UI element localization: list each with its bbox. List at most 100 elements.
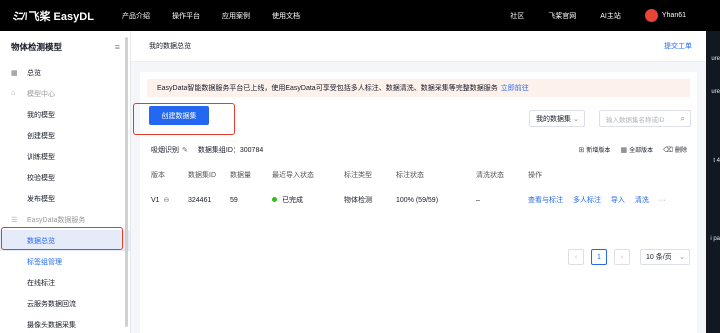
action-label: 新增版本	[586, 148, 611, 154]
sidebar-item-camera-collection[interactable]: 摄像头数据采集	[0, 314, 130, 333]
watermark: CSDN @飞桨PaddlePaddle	[474, 304, 660, 321]
sidebar-group-label: EasyData数据服务	[27, 216, 86, 224]
collapse-menu-icon[interactable]: ≡	[115, 42, 120, 52]
grid-icon: ▦	[11, 69, 18, 77]
top-navbar: ﾐﾆﾊ 飞桨 EasyDL 产品介绍 操作平台 应用案例 使用文档 社区 飞桨官…	[0, 0, 720, 31]
next-page-button[interactable]: ›	[614, 249, 630, 265]
page-title: 我的数据总览	[149, 43, 191, 50]
select-value: 我的数据集	[536, 115, 571, 123]
dataset-header: 吸烟识别 ✎ 数据集组ID：300784	[151, 145, 263, 155]
avatar[interactable]	[644, 9, 658, 22]
multi-person-label-link[interactable]: 多人标注	[573, 197, 601, 204]
cell-import-status: 已完成	[272, 195, 344, 205]
notice-banner: EasyData智能数据服务平台已上线，使用EasyData可享受包括多人标注、…	[147, 79, 690, 97]
home-icon: ⌂	[11, 90, 16, 97]
notice-link[interactable]: 立即前往	[501, 83, 529, 93]
trash-icon: ⌫	[663, 146, 673, 154]
clean-link[interactable]: 清洗	[635, 197, 649, 204]
more-circle-icon[interactable]: ⊖	[164, 197, 170, 204]
more-icon[interactable]: ···	[659, 197, 666, 204]
add-version-icon: ⊞	[578, 146, 585, 154]
view-and-label-link[interactable]: 查看与标注	[528, 197, 563, 204]
sidebar-item-label: 总览	[27, 69, 41, 77]
dataset-group-id: 数据集组ID：300784	[197, 147, 264, 154]
nav-item-docs[interactable]: 使用文档	[272, 11, 300, 21]
nav-item-community[interactable]: 社区	[510, 11, 524, 21]
action-label: 全部版本	[629, 148, 654, 154]
nav-item-cases[interactable]: 应用案例	[222, 11, 250, 21]
paddle-logo-icon: ﾐﾆﾊ	[12, 9, 26, 23]
col-header-import-status: 最近导入状态	[272, 171, 314, 179]
database-icon: ☰	[11, 216, 18, 224]
sidebar-item-my-models[interactable]: 我的模型	[0, 104, 130, 125]
chevron-down-icon: ⌄	[573, 115, 579, 123]
nav-item-paddle-site[interactable]: 飞桨官网	[548, 11, 576, 21]
delete-button[interactable]: ⌫ 删除	[663, 145, 687, 155]
create-button-highlight-box	[133, 103, 235, 135]
background-window-strip: ure ure t 4 i pa	[706, 31, 720, 333]
col-header-count: 数据量	[230, 171, 251, 179]
cell-label-status: 100% (59/59)	[396, 196, 439, 204]
sidebar-item-label-groups[interactable]: 标签组管理	[0, 251, 130, 272]
status-dot-icon	[272, 197, 277, 202]
background-text: t 4	[713, 158, 720, 164]
page-size-value: 10 条/页	[646, 254, 672, 261]
sidebar-scrollbar[interactable]	[125, 37, 128, 327]
version-text: V1	[151, 197, 160, 204]
nav-item-ai-site[interactable]: AI主站	[600, 11, 621, 21]
cell-clean-status: –	[476, 196, 480, 204]
chevron-down-icon: ⌄	[679, 254, 685, 261]
sidebar-item-create-model[interactable]: 创建模型	[0, 125, 130, 146]
add-version-button[interactable]: ⊞ 新增版本	[578, 145, 611, 155]
import-status-text: 已完成	[281, 197, 303, 204]
cell-count: 59	[230, 196, 238, 204]
col-header-label-status: 标注状态	[396, 171, 424, 179]
col-header-clean-status: 清洗状态	[476, 171, 504, 179]
sidebar-group-model-center: ⌂ 模型中心	[0, 83, 130, 104]
versions-icon: ▦	[620, 146, 628, 154]
action-label: 删除	[674, 148, 687, 154]
main-content: 我的数据总览 提交工单 EasyData智能数据服务平台已上线，使用EasyDa…	[131, 31, 706, 333]
sidebar-item-publish-model[interactable]: 发布模型	[0, 188, 130, 209]
cell-ops: 查看与标注 多人标注 导入 清洗 ···	[528, 195, 689, 205]
sidebar-title: 物体检测模型 ≡	[0, 31, 130, 62]
dataset-name: 吸烟识别	[151, 147, 179, 154]
import-link[interactable]: 导入	[611, 197, 625, 204]
cell-version: V1 ⊖	[151, 196, 188, 204]
search-icon[interactable]: ⌕	[681, 114, 685, 124]
nav-item-platform[interactable]: 操作平台	[172, 11, 200, 21]
col-header-label-type: 标注类型	[344, 171, 372, 179]
username[interactable]: Yhan61	[662, 12, 686, 19]
table-header-row: 版本 数据集ID 数据量 最近导入状态 标注类型 标注状态 清洗状态 操作	[151, 165, 689, 184]
cell-dataset-id: 324461	[188, 196, 212, 204]
sidebar-highlight-box	[1, 227, 123, 250]
search-input[interactable]: 输入数据集名称或ID ⌕	[599, 110, 691, 127]
logo-text: 飞桨 EasyDL	[28, 10, 94, 23]
logo[interactable]: ﾐﾆﾊ 飞桨 EasyDL	[12, 8, 122, 24]
sidebar-item-validate-model[interactable]: 校验模型	[0, 167, 130, 188]
cell-label-type: 物体检测	[344, 197, 372, 204]
background-text: ure	[711, 89, 720, 95]
dataset-filter-select[interactable]: 我的数据集 ⌄	[529, 110, 585, 127]
nav-item-product[interactable]: 产品介绍	[122, 11, 150, 21]
background-text: i pa	[710, 236, 720, 242]
sidebar: 物体检测模型 ≡ ▦ 总览 ⌂ 模型中心 我的模型 创建模型 训练模型 校验模型…	[0, 31, 131, 333]
prev-page-button[interactable]: ‹	[568, 249, 584, 265]
sidebar-item-train-model[interactable]: 训练模型	[0, 146, 130, 167]
search-placeholder: 输入数据集名称或ID	[606, 116, 665, 124]
submit-ticket-link[interactable]: 提交工单	[664, 41, 692, 51]
edit-icon[interactable]: ✎	[182, 146, 188, 154]
sidebar-item-cloud-data-return[interactable]: 云服务数据回流	[0, 293, 130, 314]
sidebar-item-online-labeling[interactable]: 在线标注	[0, 272, 130, 293]
page-number-button[interactable]: 1	[591, 249, 607, 265]
sidebar-item-overview[interactable]: ▦ 总览	[0, 62, 130, 83]
sidebar-title-text: 物体检测模型	[11, 41, 63, 52]
col-header-version: 版本	[151, 171, 165, 179]
page-size-select[interactable]: 10 条/页 ⌄	[640, 249, 690, 265]
dataset-actions: ⊞ 新增版本 ▦ 全部版本 ⌫ 删除	[569, 145, 687, 155]
col-header-dataset-id: 数据集ID	[188, 171, 216, 179]
all-versions-button[interactable]: ▦ 全部版本	[620, 145, 654, 155]
table-row: V1 ⊖ 324461 59 已完成 物体检测 100% (59/59) – 查…	[151, 184, 689, 216]
dataset-table: 版本 数据集ID 数据量 最近导入状态 标注类型 标注状态 清洗状态 操作 V1…	[151, 165, 689, 216]
notice-text: EasyData智能数据服务平台已上线，使用EasyData可享受包括多人标注、…	[157, 85, 498, 92]
